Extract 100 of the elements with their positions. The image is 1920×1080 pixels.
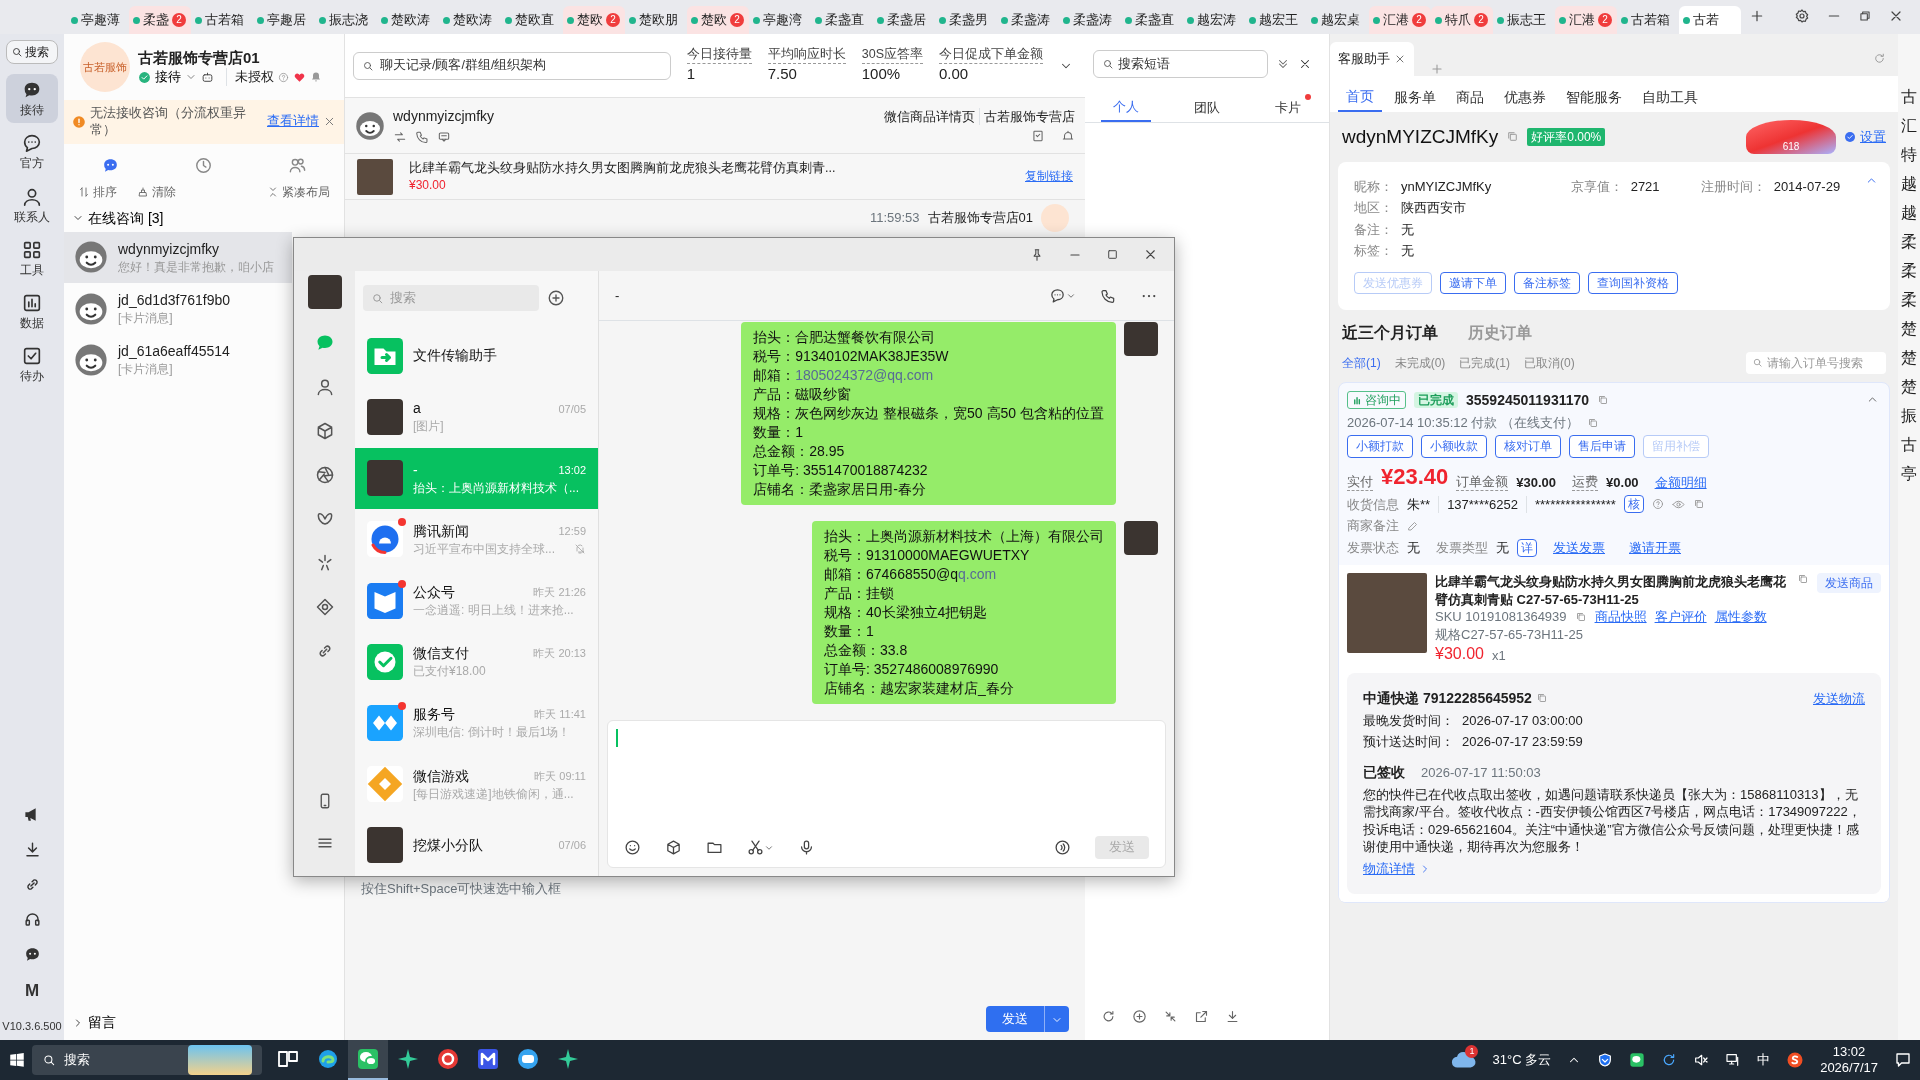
sidebar-item[interactable]: 数据 <box>6 286 58 337</box>
app-tab[interactable]: 汇港 2 <box>1555 6 1617 34</box>
close-icon[interactable] <box>1298 57 1312 71</box>
input-method-icon[interactable] <box>1786 1051 1805 1069</box>
toolbar-button[interactable]: 排序 <box>72 182 123 201</box>
send-invoice-link[interactable]: 发送发票 <box>1553 539 1605 557</box>
verify-button[interactable]: 核 <box>1623 495 1644 514</box>
new-tab-icon[interactable] <box>1749 8 1765 24</box>
chat-list-item[interactable]: 腾讯新闻 12:59 习近平宣布中国支持全球... <box>355 508 598 570</box>
amount-detail-link[interactable]: 金额明细 <box>1654 473 1707 492</box>
conversation-item[interactable]: jd_6d1d3f761f9b0 [卡片消息] <box>64 282 292 335</box>
settings-link[interactable]: 设置 <box>1844 128 1886 146</box>
action-button[interactable]: 查询国补资格 <box>1588 271 1678 295</box>
volume-muted-icon[interactable] <box>1693 1052 1710 1068</box>
nav-tab[interactable]: 自助工具 <box>1634 83 1706 112</box>
add-icon[interactable] <box>1132 1009 1147 1024</box>
app-tab[interactable]: 亭趣薄 <box>67 6 129 34</box>
app-tab[interactable]: 越宏涛 <box>1183 6 1245 34</box>
app-tab[interactable]: 楚欧直 <box>501 6 563 34</box>
nav-tab[interactable]: 智能服务 <box>1558 83 1630 112</box>
message-icon[interactable] <box>437 129 451 144</box>
transfer-icon[interactable] <box>393 129 407 144</box>
action-button[interactable]: 备注标签 <box>1514 271 1580 295</box>
microphone-icon[interactable] <box>798 839 815 857</box>
emoji-icon[interactable] <box>624 839 641 857</box>
product-link[interactable]: 属性参数 <box>1714 608 1767 626</box>
app-tab[interactable]: 古若箱 <box>1617 6 1679 34</box>
chat-list-item[interactable]: 文件传输助手 <box>355 325 598 387</box>
maximize-icon[interactable] <box>1106 248 1119 261</box>
nav-tab[interactable]: 优惠券 <box>1496 83 1554 112</box>
cube-icon[interactable] <box>665 839 682 857</box>
bookmark-icon[interactable] <box>1031 129 1045 144</box>
phrase-tab[interactable]: 卡片 <box>1263 94 1314 122</box>
taskbar-search[interactable]: 搜索 <box>32 1045 262 1075</box>
app-tab[interactable]: 柔盏涛 <box>1059 6 1121 34</box>
group-header[interactable]: 在线咨询 [3] <box>64 205 344 232</box>
send-product-button[interactable]: 发送商品 <box>1817 573 1881 594</box>
settings-icon[interactable] <box>1794 8 1810 24</box>
chat-list-item[interactable]: 微信游戏 昨天 09:11 [每日游戏速递]地铁偷闲，通... <box>355 753 598 815</box>
app-tab[interactable]: 楚欧涛 <box>377 6 439 34</box>
email-link[interactable]: q.com <box>958 566 997 582</box>
action-button[interactable]: 邀请下单 <box>1440 271 1506 295</box>
app-tab[interactable]: 柔盏涛 <box>997 6 1059 34</box>
chat-list-item[interactable]: 微信支付 昨天 20:13 已支付¥18.00 <box>355 631 598 693</box>
logistics-details-link[interactable]: 物流详情 <box>1363 860 1865 878</box>
search-field[interactable]: 聊天记录/顾客/群组/组织架构 <box>353 51 671 80</box>
invite-invoice-link[interactable]: 邀请开票 <box>1629 539 1681 557</box>
app-tab[interactable]: 柔盏直 <box>1121 6 1183 34</box>
shield-icon[interactable] <box>1597 1052 1614 1068</box>
app-tab[interactable]: 汇港 2 <box>1369 6 1431 34</box>
app-tab[interactable]: 越宏王 <box>1245 6 1307 34</box>
app-tab[interactable]: 亭趣湾 <box>749 6 811 34</box>
app-tab[interactable]: 振志浇 <box>315 6 377 34</box>
toolbar-button[interactable]: 紧凑布局 <box>261 182 336 201</box>
sidebar-item[interactable]: 接待 <box>6 74 58 124</box>
app-tab[interactable]: 柔盏男 <box>935 6 997 34</box>
filter-tab[interactable]: 全部(1) <box>1342 354 1381 371</box>
app-tab[interactable]: 特爪 2 <box>1431 6 1493 34</box>
collapse-icon[interactable] <box>1276 57 1290 71</box>
taskbar-app[interactable] <box>348 1040 388 1080</box>
group-header[interactable]: 留言 <box>64 1012 344 1040</box>
export-icon[interactable] <box>1194 1009 1209 1024</box>
phrase-tab[interactable]: 团队 <box>1182 94 1232 122</box>
collapse-icon[interactable] <box>1163 1009 1178 1024</box>
scissors-icon[interactable] <box>747 839 764 857</box>
copy-link[interactable]: 复制链接 <box>1025 168 1073 185</box>
app-tab[interactable]: 柔盏 2 <box>129 6 191 34</box>
sidebar-item[interactable]: 待办 <box>6 340 58 390</box>
action-button[interactable]: 售后申请 <box>1569 435 1635 458</box>
chat-icon[interactable] <box>1049 287 1066 304</box>
chat-tray-icon[interactable] <box>1629 1052 1646 1068</box>
sidebar-item[interactable]: 官方 <box>6 127 58 177</box>
windows-start-icon[interactable] <box>8 1051 26 1069</box>
action-button[interactable]: 小额收款 <box>1421 435 1487 458</box>
nav-tab[interactable]: 首页 <box>1338 83 1382 112</box>
logo-text[interactable]: M <box>24 980 40 1004</box>
order-tab[interactable]: 近三个月订单 <box>1342 322 1438 344</box>
action-button[interactable]: 核对订单 <box>1495 435 1561 458</box>
app-tab[interactable]: 柔盏直 <box>811 6 873 34</box>
search-field[interactable]: 搜索短语 <box>1093 50 1268 78</box>
app-tab[interactable]: 楚欧 2 <box>563 6 625 34</box>
product-link[interactable]: 客户评价 <box>1654 608 1707 626</box>
email-link[interactable]: 1805024372@qq.com <box>795 367 934 383</box>
add-icon[interactable] <box>547 289 565 308</box>
phrase-tab[interactable]: 个人 <box>1100 94 1151 122</box>
app-tab[interactable]: 柔盏居 <box>873 6 935 34</box>
sidebar-item[interactable]: 联系人 <box>6 180 58 230</box>
notification-icon[interactable] <box>1894 1051 1912 1069</box>
phone-icon[interactable] <box>415 129 429 144</box>
nav-tab[interactable]: 商品 <box>1448 83 1492 112</box>
app-tab[interactable]: 古若箱 <box>191 6 253 34</box>
restore-icon[interactable] <box>1858 9 1872 23</box>
download-icon[interactable] <box>1225 1009 1240 1024</box>
chat-list-item[interactable]: 挖煤小分队 07/06 <box>355 814 598 876</box>
toolbar-button[interactable]: 清除 <box>131 182 182 201</box>
app-tab[interactable]: 振志王 <box>1493 6 1555 34</box>
app-tab[interactable]: 楚欧朋 <box>625 6 687 34</box>
refresh-icon[interactable] <box>1101 1009 1116 1024</box>
aperture-icon[interactable] <box>314 465 335 485</box>
sidebar-item[interactable]: 工具 <box>6 233 58 283</box>
